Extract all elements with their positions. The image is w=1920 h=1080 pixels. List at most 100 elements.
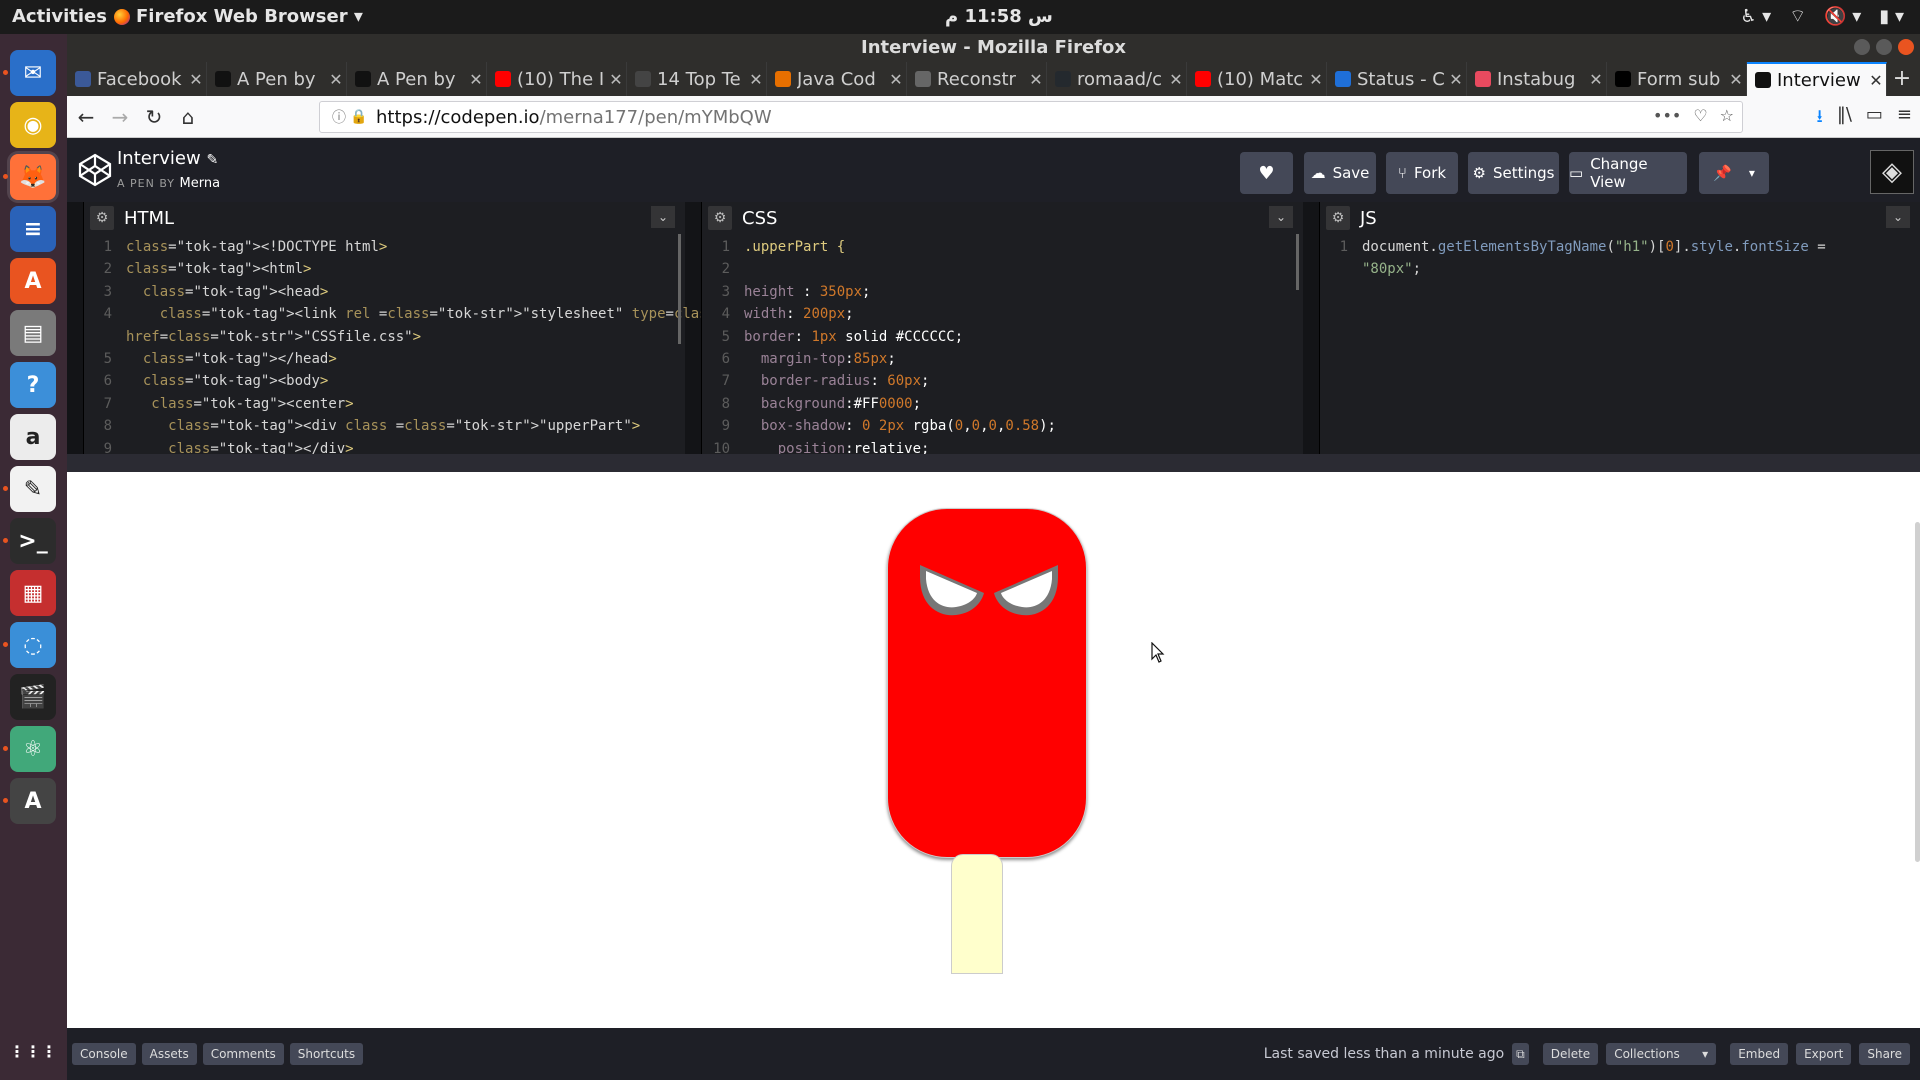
codepen-logo-icon[interactable] [77, 152, 113, 188]
html-settings-gear-icon[interactable]: ⚙ [90, 206, 114, 230]
code-line[interactable]: 3 class="tok-tag"><head> [84, 281, 685, 303]
fork-button[interactable]: ⑂ Fork [1386, 152, 1458, 194]
collections-button[interactable]: Collections ▾ [1606, 1043, 1717, 1065]
browser-tab[interactable]: A Pen by ✕ [207, 62, 347, 96]
user-avatar[interactable]: ◈ [1870, 150, 1914, 194]
settings-button[interactable]: ⚙ Settings [1468, 152, 1559, 194]
css-scrollbar[interactable] [1296, 234, 1299, 290]
export-button[interactable]: Export [1796, 1043, 1852, 1065]
browser-tab[interactable]: 14 Top Te ✕ [627, 62, 767, 96]
dock-gedit-icon[interactable]: ✎ [10, 466, 56, 512]
code-text[interactable]: class="tok-tag"><body> [126, 370, 328, 392]
code-line[interactable]: 4 class="tok-tag"><link rel =class="tok-… [84, 303, 894, 325]
tab-close-icon[interactable]: ✕ [1446, 70, 1466, 89]
home-button[interactable]: ⌂ [173, 102, 203, 132]
dock-thunderbird-icon[interactable]: ✉ [10, 50, 56, 96]
tab-close-icon[interactable]: ✕ [466, 70, 486, 89]
browser-tab[interactable]: Instabug ✕ [1467, 62, 1607, 96]
code-line[interactable]: 9 box-shadow: 0 2px rgba(0,0,0,0.58); [702, 415, 1303, 437]
code-text[interactable]: width: 200px; [744, 303, 854, 325]
embed-button[interactable]: Embed [1730, 1043, 1789, 1065]
clock[interactable]: س 11:58 م [945, 6, 1053, 27]
dock-help-icon[interactable]: ? [10, 362, 56, 408]
tab-close-icon[interactable]: ✕ [1726, 70, 1746, 89]
tab-close-icon[interactable]: ✕ [1026, 70, 1046, 89]
share-button[interactable]: Share [1859, 1043, 1910, 1065]
code-line[interactable]: "80px"; [1320, 258, 1920, 280]
system-tray[interactable]: ♿ ▾ ⌔ 🔇 ▾ ▮ ▾ [1740, 5, 1904, 28]
code-text[interactable]: class="tok-tag"></head> [126, 348, 337, 370]
love-button[interactable]: ♥ [1240, 152, 1293, 194]
tab-close-icon[interactable]: ✕ [886, 70, 906, 89]
code-text[interactable]: border: 1px solid #CCCCCC; [744, 326, 963, 348]
tab-close-icon[interactable]: ✕ [326, 70, 346, 89]
tab-close-icon[interactable]: ✕ [1306, 70, 1326, 89]
url-bar[interactable]: ⓘ 🔒 https://codepen.io/merna177/pen/mYMb… [319, 101, 1743, 133]
wifi-icon[interactable]: ⌔ [1789, 5, 1806, 28]
dock-libreoffice-writer-icon[interactable]: ≡ [10, 206, 56, 252]
open-external-icon[interactable]: ⧉ [1512, 1043, 1529, 1065]
code-line[interactable]: 1 class="tok-tag"><!DOCTYPE html> [84, 236, 685, 258]
tab-close-icon[interactable]: ✕ [746, 70, 766, 89]
battery-icon[interactable]: ▮ ▾ [1879, 6, 1904, 27]
activities-button[interactable]: Activities [12, 6, 107, 27]
author-link[interactable]: Merna [180, 176, 221, 191]
footer-comments-button[interactable]: Comments [202, 1043, 284, 1065]
code-text[interactable]: height : 350px; [744, 281, 870, 303]
code-text[interactable]: class="tok-tag"><head> [126, 281, 328, 303]
forward-button[interactable]: → [105, 102, 135, 132]
pin-button[interactable]: 📌 ▾ [1699, 152, 1769, 194]
edit-pencil-icon[interactable]: ✎ [206, 152, 218, 168]
code-line[interactable]: 6 margin-top:85px; [702, 348, 1303, 370]
code-text[interactable]: class="tok-tag"><!DOCTYPE html> [126, 236, 387, 258]
preview-scrollbar[interactable] [1915, 522, 1920, 862]
browser-tab[interactable]: romaad/c ✕ [1047, 62, 1187, 96]
code-text[interactable]: class="tok-tag"><center> [126, 393, 353, 415]
code-text[interactable]: href=class="tok-str">"CSSfile.css"> [126, 326, 421, 348]
accessibility-icon[interactable]: ♿ ▾ [1740, 6, 1771, 27]
delete-button[interactable]: Delete [1542, 1043, 1599, 1065]
resize-divider[interactable] [67, 454, 1920, 472]
code-line[interactable]: href=class="tok-str">"CSSfile.css"> [84, 326, 685, 348]
tab-close-icon[interactable]: ✕ [186, 70, 206, 89]
sidebar-icon[interactable]: ▭ [1866, 104, 1883, 134]
dock-atom-icon[interactable]: ⚛ [10, 726, 56, 772]
code-line[interactable]: 6 class="tok-tag"><body> [84, 370, 685, 392]
dock-rhythmbox-icon[interactable]: ◉ [10, 102, 56, 148]
code-line[interactable]: 2 class="tok-tag"><html> [84, 258, 685, 280]
dock-ubuntu-one-icon[interactable]: ◌ [10, 622, 56, 668]
dock-amazon-icon[interactable]: a [10, 414, 56, 460]
code-line[interactable]: 2 [702, 258, 1303, 280]
bookmark-star-icon[interactable]: ☆ [1720, 106, 1734, 125]
js-settings-gear-icon[interactable]: ⚙ [1326, 206, 1350, 230]
code-text[interactable]: document.getElementsByTagName("h1")[0].s… [1362, 236, 1826, 258]
code-line[interactable]: 1 document.getElementsByTagName("h1")[0].… [1320, 236, 1920, 258]
browser-tab[interactable]: Reconstr ✕ [907, 62, 1047, 96]
footer-assets-button[interactable]: Assets [141, 1043, 197, 1065]
code-line[interactable]: 8 class="tok-tag"><div class =class="tok… [84, 415, 685, 437]
tab-close-icon[interactable]: ✕ [1586, 70, 1606, 89]
dock-updater-icon[interactable]: A [10, 778, 56, 824]
html-dropdown-chevron-icon[interactable]: ⌄ [651, 206, 675, 228]
tab-close-icon[interactable]: ✕ [606, 70, 626, 89]
code-line[interactable]: 4 width: 200px; [702, 303, 1303, 325]
change-view-button[interactable]: ▭ Change View [1569, 152, 1687, 194]
minimize-icon[interactable] [1854, 39, 1870, 55]
library-icon[interactable]: ‖\ [1837, 104, 1852, 134]
lock-icon[interactable]: 🔒 [350, 109, 368, 125]
code-line[interactable]: 7 class="tok-tag"><center> [84, 393, 685, 415]
window-close-icon[interactable] [1898, 39, 1914, 55]
new-tab-plus-icon[interactable]: + [1887, 62, 1917, 96]
js-code[interactable]: 1 document.getElementsByTagName("h1")[0].… [1320, 236, 1920, 281]
dock-software-center-icon[interactable]: A [10, 258, 56, 304]
css-settings-gear-icon[interactable]: ⚙ [708, 206, 732, 230]
code-text[interactable]: box-shadow: 0 2px rgba(0,0,0,0.58); [744, 415, 1056, 437]
show-applications-grid-icon[interactable]: ⋮⋮⋮ [9, 1028, 57, 1074]
browser-tab[interactable]: A Pen by ✕ [347, 62, 487, 96]
dock-terminal-icon[interactable]: >_ [10, 518, 56, 564]
code-text[interactable]: class="tok-tag"><html> [126, 258, 311, 280]
footer-shortcuts-button[interactable]: Shortcuts [289, 1043, 364, 1065]
downloads-icon[interactable]: ⭳ [1817, 104, 1823, 134]
code-text[interactable]: class="tok-tag"><div class =class="tok-s… [126, 415, 640, 437]
code-line[interactable]: 1 .upperPart { [702, 236, 1303, 258]
